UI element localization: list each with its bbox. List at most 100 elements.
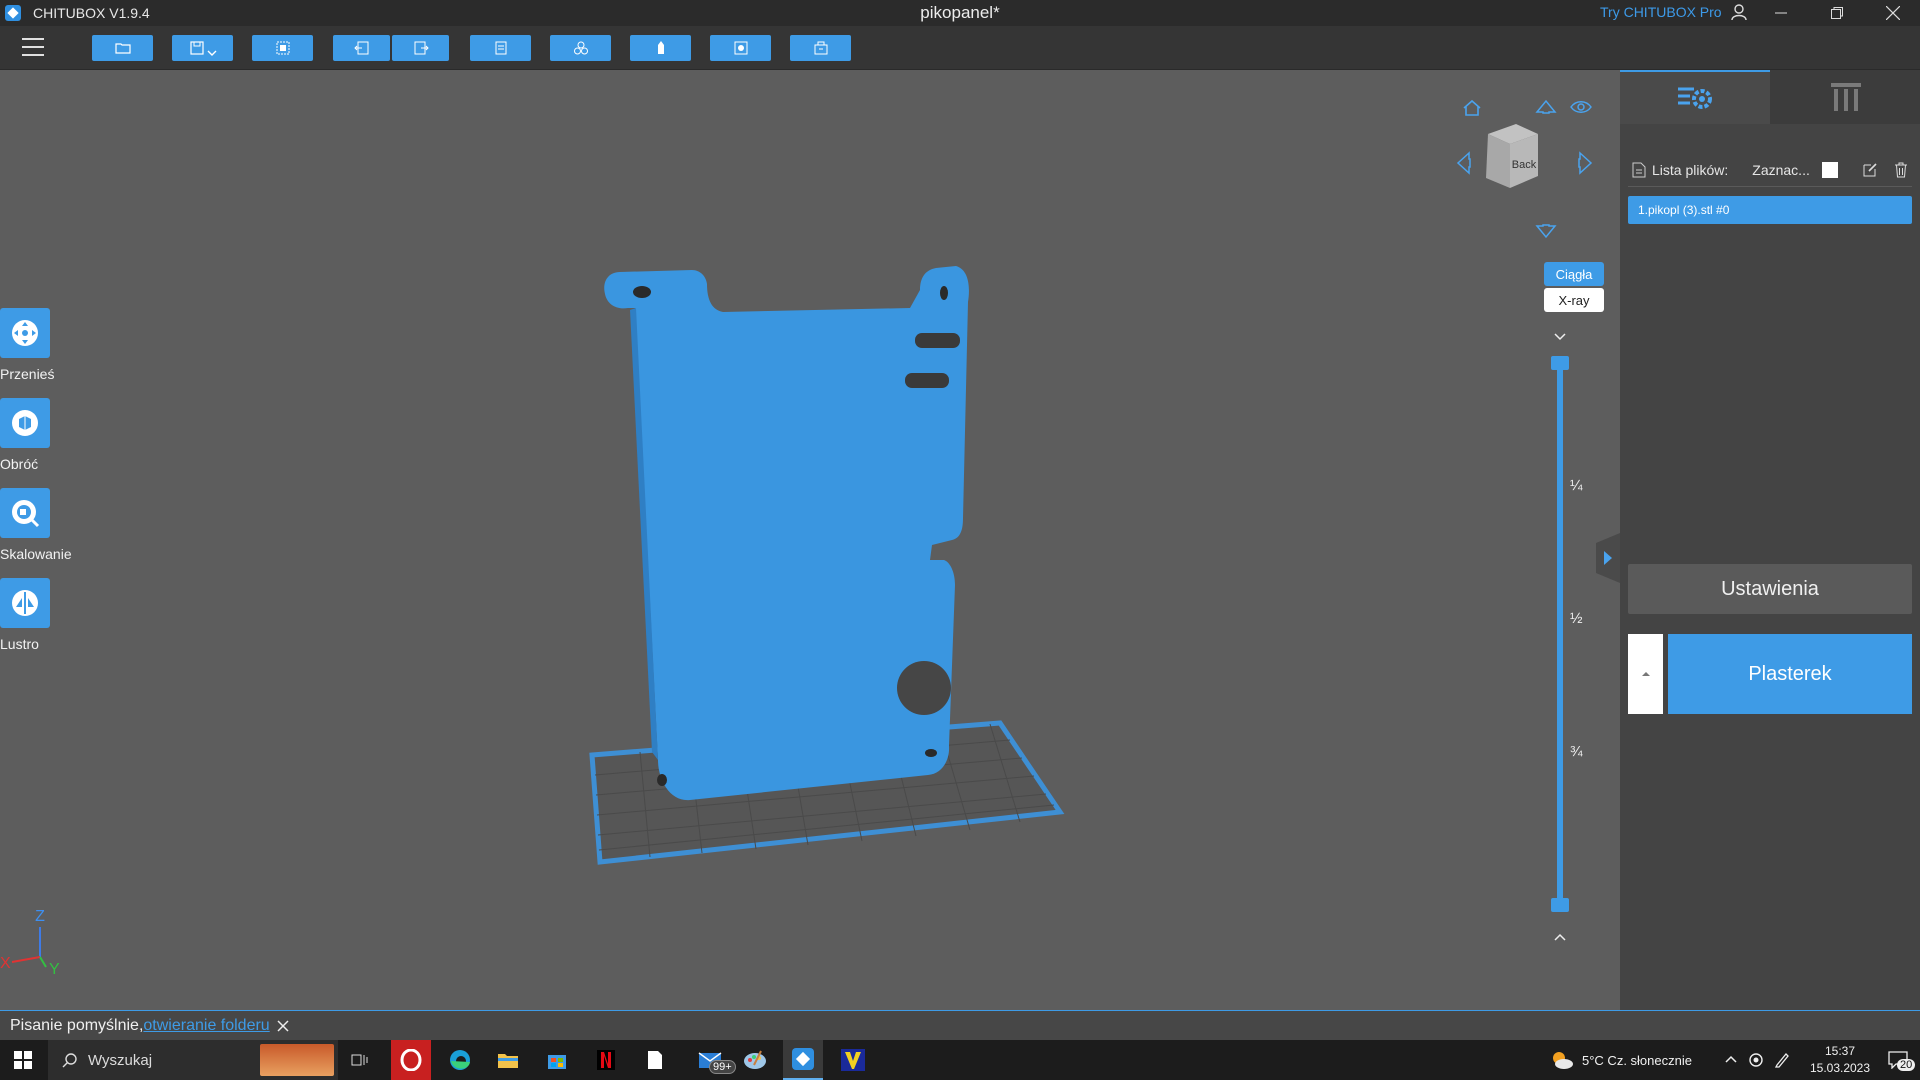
title-bar: CHITUBOX V1.9.4 pikopanel* Try CHITUBOX … — [0, 0, 1920, 26]
store-icon — [548, 1055, 566, 1069]
slider-up-chevron-icon[interactable] — [1553, 932, 1567, 942]
settings-list-icon — [1678, 87, 1712, 109]
slider-bottom-handle[interactable] — [1551, 898, 1569, 912]
redo-button[interactable] — [392, 35, 449, 61]
scale-tool[interactable]: Skalowanie — [0, 488, 80, 578]
notepad-app[interactable] — [635, 1040, 675, 1080]
slider-top-handle[interactable] — [1551, 356, 1569, 370]
select-all-checkbox[interactable] — [1821, 162, 1838, 178]
support-button[interactable] — [630, 35, 691, 61]
home-view-icon[interactable] — [1462, 98, 1482, 118]
view-left-arrow-icon[interactable] — [1455, 151, 1471, 175]
notifications-button[interactable]: 20 — [1878, 1040, 1918, 1080]
paint-app[interactable] — [735, 1040, 775, 1080]
slice-button[interactable]: Plasterek — [1668, 634, 1912, 714]
open-folder-link[interactable]: otwieranie folderu — [143, 1017, 269, 1035]
weather-widget[interactable]: 5°C Cz. słonecznie — [1550, 1040, 1730, 1080]
file-explorer-app[interactable] — [488, 1040, 528, 1080]
select-all-button[interactable] — [252, 35, 313, 61]
restore-button[interactable] — [1814, 0, 1860, 26]
store-app[interactable] — [537, 1040, 577, 1080]
rotate-button[interactable] — [0, 398, 50, 448]
chitubox-taskbar-app[interactable] — [783, 1040, 823, 1080]
redo-icon — [414, 41, 429, 55]
chitubox-logo-icon — [5, 5, 21, 21]
close-icon[interactable] — [276, 1019, 290, 1033]
settings-button[interactable]: Ustawienia — [1628, 564, 1912, 614]
start-button[interactable] — [0, 1040, 46, 1080]
restore-icon — [1831, 7, 1843, 19]
edit-icon[interactable] — [1862, 162, 1878, 178]
scale-icon — [12, 500, 40, 528]
slice-options-toggle[interactable] — [1628, 634, 1663, 714]
tray-expand-chevron-icon[interactable] — [1724, 1054, 1738, 1064]
layer-slider[interactable]: ¼ ½ ¾ — [1540, 332, 1583, 952]
view-top-arrow-icon[interactable] — [1535, 98, 1557, 114]
view-bottom-arrow-icon[interactable] — [1535, 224, 1557, 240]
view-cube[interactable]: Back — [1482, 120, 1544, 190]
minimize-button[interactable] — [1758, 0, 1804, 26]
trash-icon[interactable] — [1894, 162, 1908, 178]
tab-settings[interactable] — [1620, 70, 1770, 124]
drill-button[interactable] — [710, 35, 771, 61]
screenshot-button[interactable] — [790, 35, 851, 61]
user-icon[interactable] — [1730, 3, 1748, 21]
clock[interactable]: 15:37 15.03.2023 — [1800, 1043, 1880, 1077]
try-pro-link[interactable]: Try CHITUBOX Pro — [1600, 4, 1722, 20]
file-list-header: Lista plików: Zaznac... — [1632, 158, 1912, 182]
rotate-label: Obróć — [0, 456, 39, 472]
play-right-icon — [1604, 551, 1612, 565]
xray-view-button[interactable]: X-ray — [1544, 288, 1604, 312]
3d-viewport[interactable]: Przenieś Obróć Skalowanie Lustro Back Ci… — [0, 70, 1620, 1010]
hollow-button[interactable] — [550, 35, 611, 61]
mirror-tool[interactable]: Lustro — [0, 578, 80, 668]
model-preview[interactable] — [580, 200, 1080, 900]
save-icon — [189, 41, 204, 55]
close-button[interactable] — [1870, 0, 1916, 26]
mail-badge: 99+ — [709, 1060, 736, 1074]
location-icon[interactable] — [1748, 1052, 1764, 1068]
weather-text: 5°C Cz. słonecznie — [1582, 1052, 1692, 1068]
layout-button[interactable] — [470, 35, 531, 61]
pikopanel-model[interactable] — [604, 266, 969, 801]
close-icon — [1886, 6, 1900, 20]
netflix-app[interactable] — [586, 1040, 626, 1080]
taskbar-search[interactable]: Wyszukaj — [48, 1040, 338, 1080]
move-icon — [12, 320, 38, 346]
mirror-button[interactable] — [0, 578, 50, 628]
solid-view-button[interactable]: Ciągła — [1544, 262, 1604, 286]
eye-icon[interactable] — [1570, 100, 1592, 114]
view-right-arrow-icon[interactable] — [1578, 151, 1594, 175]
view-cube-face-label: Back — [1512, 159, 1537, 171]
file-list-label: Lista plików: — [1652, 162, 1729, 178]
open-file-button[interactable] — [92, 35, 153, 61]
task-view-icon — [351, 1054, 368, 1066]
task-view-button[interactable] — [340, 1040, 380, 1080]
opera-app[interactable] — [391, 1040, 431, 1080]
menu-button[interactable] — [22, 38, 44, 56]
edge-app[interactable] — [440, 1040, 480, 1080]
status-bar: Pisanie pomyślnie, otwieranie folderu — [0, 1010, 1920, 1040]
open-file-icon — [114, 43, 131, 54]
move-button[interactable] — [0, 308, 50, 358]
pen-icon[interactable] — [1774, 1052, 1790, 1068]
vectorworks-app[interactable] — [833, 1040, 873, 1080]
layout-icon — [495, 41, 506, 55]
mail-app[interactable]: 99+ — [685, 1040, 736, 1080]
slider-down-chevron-icon[interactable] — [1553, 332, 1567, 342]
netflix-icon — [597, 1050, 615, 1070]
clock-time: 15:37 — [1824, 1044, 1856, 1058]
undo-icon — [353, 41, 368, 55]
rotate-tool[interactable]: Obróć — [0, 398, 80, 488]
tab-supports[interactable] — [1772, 70, 1920, 124]
scale-button[interactable] — [0, 488, 50, 538]
save-button[interactable] — [172, 35, 233, 61]
drill-icon — [734, 41, 747, 55]
divider — [1628, 186, 1912, 187]
slider-track[interactable] — [1557, 362, 1563, 904]
status-message: Pisanie pomyślnie, — [10, 1016, 144, 1034]
move-tool[interactable]: Przenieś — [0, 308, 80, 398]
file-list-item[interactable]: 1.pikopl (3).stl #0 — [1628, 196, 1912, 224]
undo-button[interactable] — [333, 35, 390, 61]
slice-controls: Plasterek — [1628, 634, 1912, 714]
